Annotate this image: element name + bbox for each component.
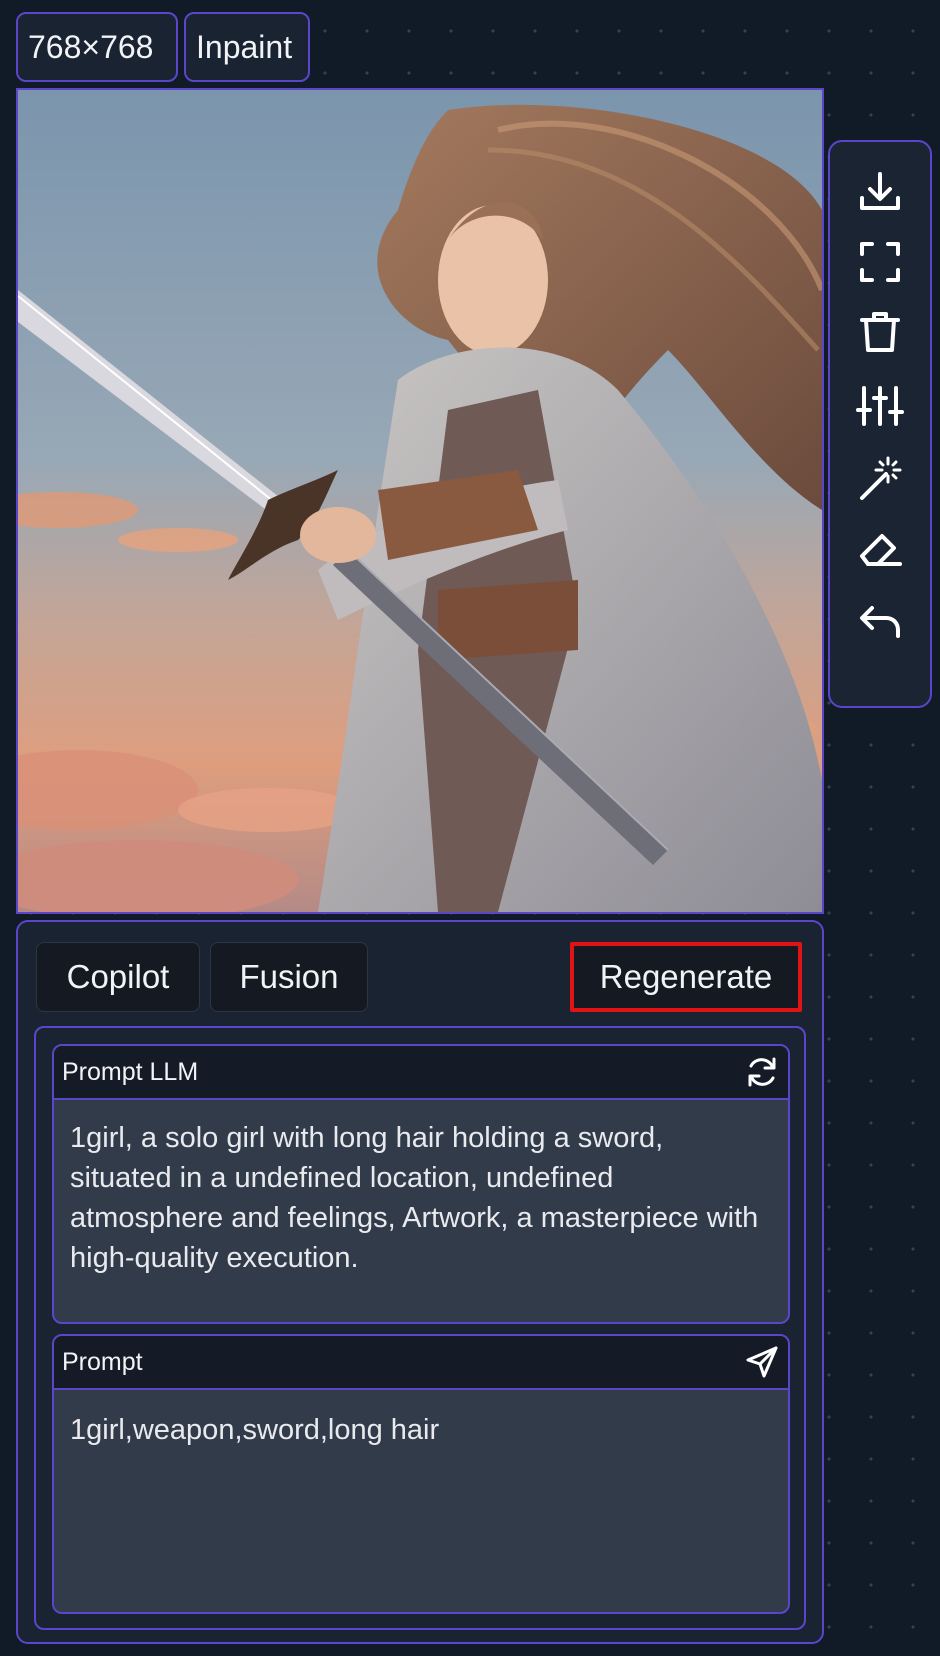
regenerate-button[interactable]: Regenerate: [570, 942, 802, 1012]
prompt-box: Prompt 1girl,weapon,sword,long hair: [52, 1334, 790, 1614]
prompt-llm-box: Prompt LLM 1girl, a solo girl with long …: [52, 1044, 790, 1324]
download-icon: [860, 172, 900, 210]
prompt-llm-header: Prompt LLM: [54, 1046, 788, 1100]
send-icon[interactable]: [744, 1344, 780, 1380]
prompt-llm-textarea[interactable]: 1girl, a solo girl with long hair holdin…: [54, 1100, 788, 1296]
delete-button[interactable]: [852, 304, 908, 360]
sliders-icon: [856, 386, 904, 426]
prompt-header: Prompt: [54, 1336, 788, 1390]
trash-icon: [860, 312, 900, 352]
prompt-title: Prompt: [62, 1348, 143, 1376]
copilot-button[interactable]: Copilot: [36, 942, 200, 1012]
magic-wand-icon: [860, 456, 902, 500]
generated-image-illustration: [18, 90, 822, 912]
fullscreen-icon: [860, 242, 900, 282]
download-button[interactable]: [852, 164, 908, 220]
mode-badge[interactable]: Inpaint: [184, 12, 310, 82]
generated-image[interactable]: [16, 88, 824, 914]
magic-wand-button[interactable]: [852, 450, 908, 506]
adjust-button[interactable]: [852, 378, 908, 434]
undo-button[interactable]: [852, 594, 908, 650]
prompt-container: Prompt LLM 1girl, a solo girl with long …: [34, 1026, 806, 1630]
image-size-badge: 768×768: [16, 12, 178, 82]
undo-icon: [860, 606, 900, 638]
refresh-icon[interactable]: [744, 1054, 780, 1090]
fullscreen-button[interactable]: [852, 234, 908, 290]
fusion-button[interactable]: Fusion: [210, 942, 368, 1012]
tool-panel: [828, 140, 932, 708]
eraser-button[interactable]: [852, 522, 908, 578]
eraser-icon: [860, 534, 902, 566]
prompt-llm-title: Prompt LLM: [62, 1058, 199, 1086]
prompt-panel: Copilot Fusion Regenerate Prompt LLM 1gi…: [16, 920, 824, 1644]
prompt-textarea[interactable]: 1girl,weapon,sword,long hair: [54, 1390, 788, 1468]
